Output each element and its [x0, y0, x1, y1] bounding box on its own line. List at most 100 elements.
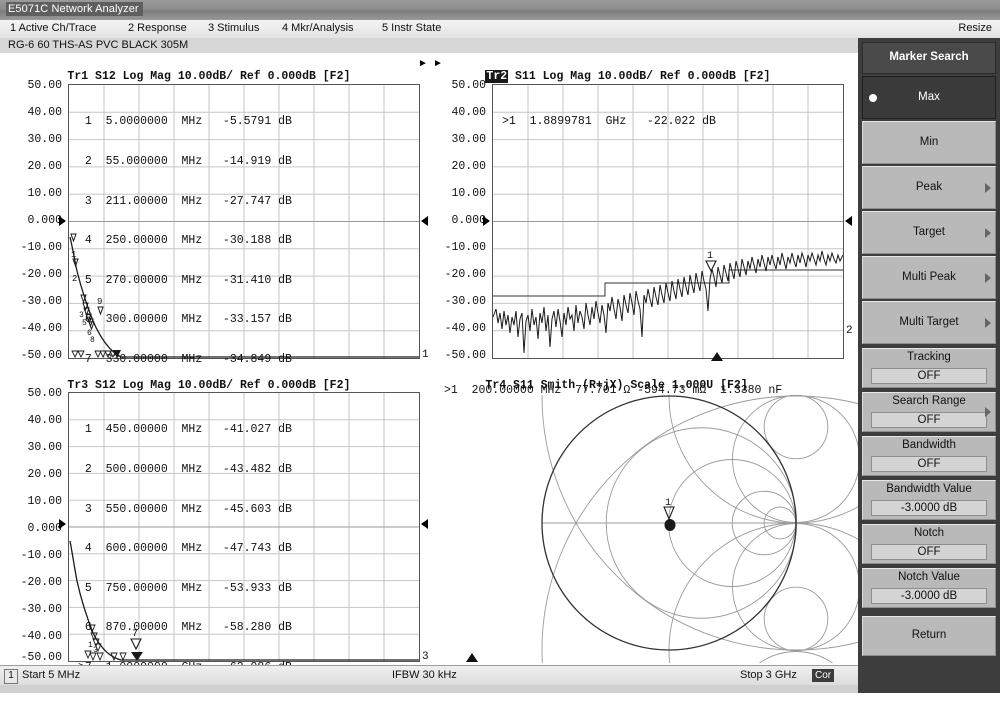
tr3-ylabel-8: -30.00: [20, 603, 62, 616]
chevron-right-icon: [985, 407, 991, 417]
tr3-ylabel-7: -20.00: [20, 576, 62, 589]
bottom-edge-fill: [0, 685, 858, 693]
tr1-right-arrow-icon: ►: [418, 58, 428, 69]
menu-item-instr-state[interactable]: 5 Instr State: [382, 22, 441, 34]
tr2-ylabel-7: -20.00: [444, 268, 486, 281]
softkey-multi-target[interactable]: Multi Target: [862, 301, 996, 344]
softkey-multi-target-label: Multi Target: [899, 316, 959, 328]
tr3-trace-number: 3: [422, 651, 429, 663]
menu-item-response[interactable]: 2 Response: [128, 22, 187, 34]
softkey-notch-value-field[interactable]: -3.0000 dB: [871, 588, 987, 604]
tr3-ylabel-1: 40.00: [27, 414, 62, 427]
device-title-bar: RG-6 60 THS-AS PVC BLACK 305M: [0, 38, 858, 54]
menu-item-mkr-analysis[interactable]: 4 Mkr/Analysis: [282, 22, 354, 34]
tr3-ref-marker-left-icon: [59, 519, 66, 529]
tr1-ylabel-0: 50.00: [27, 79, 62, 92]
tr3-ylabel-6: -10.00: [20, 549, 62, 562]
svg-text:2: 2: [72, 274, 77, 284]
softkey-header-label: Marker Search: [889, 51, 969, 63]
status-start-freq[interactable]: Start 5 MHz: [22, 669, 80, 681]
softkey-bandwidth-value-label: Bandwidth Value: [886, 483, 972, 495]
tr2-ylabel-9: -40.00: [444, 322, 486, 335]
chevron-right-icon: [985, 227, 991, 238]
tr2-trace-tag[interactable]: Tr2: [485, 70, 509, 83]
softkey-bottom-fill: [858, 665, 1000, 693]
tr2-trace-number: 2: [846, 325, 853, 337]
softkey-min[interactable]: Min: [862, 121, 996, 164]
status-channel-box[interactable]: 1: [4, 669, 18, 684]
tr2-marker-row-1: >1 1.8899781 GHz -22.022 dB: [502, 115, 716, 129]
window-title-bar: E5071C Network Analyzer: [0, 0, 1000, 21]
tr3-ylabel-5: 0.000: [27, 522, 62, 535]
softkey-max[interactable]: Max: [862, 76, 996, 119]
tr3-marker-row-4: 4 600.00000 MHz -47.743 dB: [78, 542, 292, 556]
tr2-ylabel-2: 30.00: [451, 133, 486, 146]
svg-text:1: 1: [707, 251, 713, 262]
softkey-peak[interactable]: Peak: [862, 166, 996, 209]
softkey-return[interactable]: Return: [862, 616, 996, 656]
trace-pane-tr3: Tr3 S12 Log Mag 10.00dB/ Ref 0.000dB [F2…: [0, 363, 430, 674]
status-stop-freq[interactable]: Stop 3 GHz: [740, 669, 797, 681]
softkey-peak-label: Peak: [915, 181, 943, 193]
tr3-trace-tag[interactable]: Tr3: [67, 379, 88, 392]
tr1-ylabel-7: -20.00: [20, 268, 62, 281]
tr2-marker-table: >1 1.8899781 GHz -22.022 dB: [502, 89, 716, 155]
tr2-stimulus-pointer-icon: [711, 352, 723, 361]
chevron-right-icon: [985, 317, 991, 328]
tr3-marker-row-2: 2 500.00000 MHz -43.482 dB: [78, 463, 292, 477]
tr2-ref-marker-right-icon: [845, 216, 852, 226]
tr1-ylabel-4: 10.00: [27, 187, 62, 200]
softkey-search-range-label: Search Range: [892, 395, 966, 407]
network-analyzer-window: E5071C Network Analyzer 1 Active Ch/Trac…: [0, 0, 1000, 693]
menu-bar: 1 Active Ch/Trace 2 Response 3 Stimulus …: [0, 20, 1000, 39]
tr2-ylabel-4: 10.00: [451, 187, 486, 200]
softkey-multi-peak-label: Multi Peak: [902, 271, 956, 283]
tr3-ref-marker-right-icon: [421, 519, 428, 529]
softkey-notch-value[interactable]: OFF: [871, 544, 987, 560]
tr1-ref-marker-left-icon: [59, 216, 66, 226]
tr1-ref-marker-right-icon: [421, 216, 428, 226]
tr4-smith-chart[interactable]: 1: [480, 395, 858, 663]
softkey-search-range[interactable]: Search Range OFF: [862, 392, 996, 432]
tr3-marker-table: 1 450.00000 MHz -41.027 dB 2 500.00000 M…: [78, 397, 292, 701]
tr1-ylabel-5: 0.000: [27, 214, 62, 227]
softkey-tracking-value[interactable]: OFF: [871, 368, 987, 384]
tr2-ref-marker-left-icon: [483, 216, 490, 226]
softkey-panel: Marker Search Max Min Peak Target Multi …: [858, 38, 1000, 665]
softkey-bandwidth-label: Bandwidth: [902, 439, 956, 451]
tr3-ylabel-2: 30.00: [27, 441, 62, 454]
tr2-ylabel-6: -10.00: [444, 241, 486, 254]
softkey-bandwidth-value-field[interactable]: -3.0000 dB: [871, 500, 987, 516]
softkey-notch-label: Notch: [913, 527, 945, 539]
tr3-ylabel-3: 20.00: [27, 468, 62, 481]
softkey-search-range-value[interactable]: OFF: [871, 412, 987, 428]
tr3-marker-row-5: 5 750.00000 MHz -53.933 dB: [78, 581, 292, 595]
tr1-trace-tag[interactable]: Tr1: [67, 70, 88, 83]
softkey-bandwidth-value[interactable]: OFF: [871, 456, 987, 472]
resize-button[interactable]: Resize: [958, 22, 992, 34]
tr2-title-rest: S11 Log Mag 10.00dB/ Ref 0.000dB [F2]: [508, 70, 771, 83]
tr1-marker-row-2: 2 55.000000 MHz -14.919 dB: [78, 155, 292, 169]
softkey-bandwidth-value-key[interactable]: Bandwidth Value -3.0000 dB: [862, 480, 996, 520]
softkey-tracking[interactable]: Tracking OFF: [862, 348, 996, 388]
tr1-ylabel-9: -40.00: [20, 322, 62, 335]
chevron-right-icon: [985, 182, 991, 193]
trace-pane-tr4: Tr4 S11 Smith (R+jX) Scale 1.000U [F2] >…: [430, 363, 858, 665]
softkey-return-label: Return: [911, 629, 947, 641]
softkey-target[interactable]: Target: [862, 211, 996, 254]
tr3-marker-row-1: 1 450.00000 MHz -41.027 dB: [78, 423, 292, 437]
tr3-ylabel-10: -50.00: [20, 651, 62, 664]
menu-item-stimulus[interactable]: 3 Stimulus: [208, 22, 259, 34]
svg-text:1: 1: [665, 498, 671, 509]
tr1-marker-row-5: 5 270.00000 MHz -31.410 dB: [78, 273, 292, 287]
tr1-ylabel-2: 30.00: [27, 133, 62, 146]
menu-item-active-ch-trace[interactable]: 1 Active Ch/Trace: [10, 22, 96, 34]
softkey-notch[interactable]: Notch OFF: [862, 524, 996, 564]
softkey-header-marker-search: Marker Search: [862, 42, 996, 74]
softkey-notch-value-key[interactable]: Notch Value -3.0000 dB: [862, 568, 996, 608]
tr2-ylabel-0: 50.00: [451, 79, 486, 92]
softkey-tracking-label: Tracking: [907, 351, 951, 363]
softkey-bandwidth[interactable]: Bandwidth OFF: [862, 436, 996, 476]
softkey-multi-peak[interactable]: Multi Peak: [862, 256, 996, 299]
status-ifbw[interactable]: IFBW 30 kHz: [392, 669, 457, 681]
